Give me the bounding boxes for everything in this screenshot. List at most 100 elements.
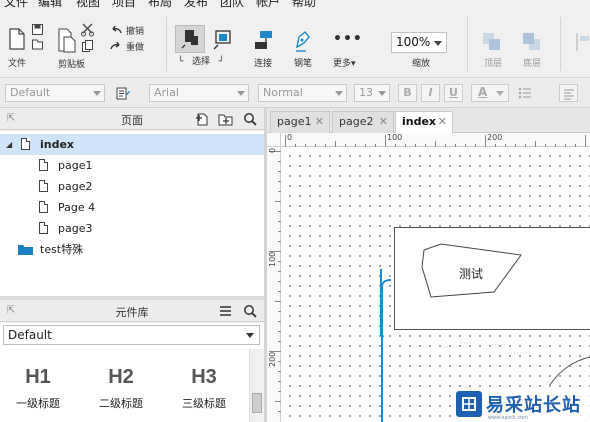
ruler-top-label-200: 200 xyxy=(487,133,503,142)
font-color-button[interactable]: A xyxy=(471,84,509,102)
ruler-left-label-200: 200 xyxy=(268,352,277,367)
library-scrollbar[interactable] xyxy=(249,349,264,422)
new-file-icon[interactable] xyxy=(8,27,26,51)
search-icon[interactable] xyxy=(243,112,257,126)
format-painter-icon[interactable] xyxy=(115,86,131,101)
connect-icon[interactable] xyxy=(252,29,276,53)
clipboard-group-label: 剪贴板 xyxy=(58,60,86,70)
tab-page1[interactable]: page1 ✕ xyxy=(270,111,330,133)
more-dots-icon[interactable]: ••• xyxy=(333,32,363,46)
menu-project[interactable]: 项目 xyxy=(112,0,136,10)
menu-publish[interactable]: 发布 xyxy=(184,0,208,10)
undo-label[interactable]: 撤销 xyxy=(126,24,144,37)
page-icon xyxy=(39,180,48,192)
page-tree-label: page3 xyxy=(58,222,93,235)
watermark-text: 易采站长站 xyxy=(486,395,581,416)
top-layer-label[interactable]: 顶层 xyxy=(484,56,502,69)
widget-h3-glyph: H3 xyxy=(191,366,217,388)
underline-button[interactable]: U xyxy=(444,84,463,102)
menu-view[interactable]: 视图 xyxy=(76,0,100,10)
menu-file[interactable]: 文件 xyxy=(4,0,28,10)
tab-index[interactable]: index ✕ xyxy=(395,111,453,134)
align-left-icon xyxy=(564,89,574,100)
widget-h1[interactable]: H1 一级标题 xyxy=(3,366,73,411)
menu-bar: 文件 编辑 视图 项目 布局 发布 团队 帐户 帮助 xyxy=(0,0,590,11)
redo-icon[interactable] xyxy=(110,41,122,51)
faint-dotted-guide xyxy=(441,342,531,354)
italic-button[interactable]: I xyxy=(421,84,440,102)
expand-arrow-icon[interactable]: ◢ xyxy=(6,134,12,155)
font-weight-select[interactable]: Normal xyxy=(258,84,347,102)
connect-label[interactable]: 连接 xyxy=(254,56,272,69)
page-tree-item-page1[interactable]: page1 xyxy=(0,155,264,176)
align-icon[interactable] xyxy=(575,31,590,53)
zoom-label: 缩放 xyxy=(412,59,431,69)
select-contained-icon[interactable] xyxy=(212,27,236,51)
chevron-down-icon xyxy=(246,333,254,338)
align-left-button[interactable] xyxy=(559,84,578,102)
select-intersect-icon xyxy=(181,30,198,49)
page-tree-item-page2[interactable]: page2 xyxy=(0,176,264,197)
select-label: 选择 xyxy=(192,57,211,67)
page-tree-item-page4[interactable]: Page 4 xyxy=(0,197,264,218)
bold-button[interactable]: B xyxy=(398,84,417,102)
widget-h1-glyph: H1 xyxy=(25,366,51,388)
menu-icon[interactable] xyxy=(219,305,232,317)
add-page-icon[interactable] xyxy=(195,112,209,127)
bottom-layer-label[interactable]: 底层 xyxy=(523,56,541,69)
widget-h2-label: 二级标题 xyxy=(99,397,143,410)
library-select-value: Default xyxy=(8,328,52,342)
design-canvas[interactable]: 测试 xyxy=(281,147,590,422)
close-icon[interactable]: ✕ xyxy=(438,112,447,132)
add-folder-icon[interactable] xyxy=(218,112,234,126)
ruler-top-label-0: 0 xyxy=(287,133,293,142)
library-select[interactable]: Default xyxy=(3,325,260,345)
bullet-list-icon[interactable] xyxy=(517,85,533,101)
font-color-label: A xyxy=(478,85,488,99)
send-to-back-icon[interactable] xyxy=(521,31,543,53)
menu-edit[interactable]: 编辑 xyxy=(38,0,62,10)
style-value: Default xyxy=(10,86,51,99)
tab-page2[interactable]: page2 ✕ xyxy=(332,111,394,133)
menu-team[interactable]: 团队 xyxy=(220,0,244,10)
undo-icon[interactable] xyxy=(110,25,122,35)
widget-h3[interactable]: H3 三级标题 xyxy=(169,366,239,411)
bring-to-front-icon[interactable] xyxy=(481,31,503,53)
pen-icon[interactable] xyxy=(293,29,313,53)
pages-panel-header: ⇱ 页面 xyxy=(0,108,264,130)
zoom-select[interactable]: 100% xyxy=(391,32,447,53)
widget-h2[interactable]: H2 二级标题 xyxy=(86,366,156,411)
font-size-select[interactable]: 13 xyxy=(354,84,390,102)
menu-account[interactable]: 帐户 xyxy=(256,0,280,10)
page-icon xyxy=(39,201,48,213)
watermark-url: www.easck.com xyxy=(488,415,529,421)
style-select[interactable]: Default xyxy=(5,84,105,102)
close-icon[interactable]: ✕ xyxy=(315,112,324,132)
ruler-left-value-0: 0 xyxy=(268,147,277,153)
watermark-logo xyxy=(456,391,482,417)
search-icon[interactable] xyxy=(243,304,257,318)
library-body: Default H1 一级标题 H2 二级标题 H3 三级标题 xyxy=(0,323,264,422)
paste-icon[interactable] xyxy=(56,25,78,53)
page-icon xyxy=(39,222,48,234)
save-open-icon[interactable] xyxy=(31,23,44,51)
scrollbar-thumb[interactable] xyxy=(252,393,262,413)
cut-copy-icon[interactable] xyxy=(80,22,96,54)
redo-label[interactable]: 重做 xyxy=(126,40,144,53)
widget-h1-label: 一级标题 xyxy=(16,397,60,410)
page-tree-folder-test[interactable]: test特殊 xyxy=(0,239,264,260)
select-intersect-button[interactable] xyxy=(175,25,205,53)
ruler-left-ticks xyxy=(269,151,281,412)
ruler-left-value-100: 100 xyxy=(268,251,277,267)
menu-help[interactable]: 帮助 xyxy=(292,0,316,10)
more-label[interactable]: 更多▾ xyxy=(333,56,356,69)
pen-label[interactable]: 钢笔 xyxy=(294,56,312,69)
close-icon[interactable]: ✕ xyxy=(379,112,388,132)
page-tree-item-index[interactable]: ◢ index xyxy=(0,134,264,155)
page-tree-item-page3[interactable]: page3 xyxy=(0,218,264,239)
chevron-down-icon xyxy=(434,41,442,46)
menu-layout[interactable]: 布局 xyxy=(148,0,172,10)
tab-label: index xyxy=(402,115,437,128)
font-select[interactable]: Arial xyxy=(149,84,249,102)
format-toolbar: Default Arial Normal 13 B I U A xyxy=(0,79,590,108)
